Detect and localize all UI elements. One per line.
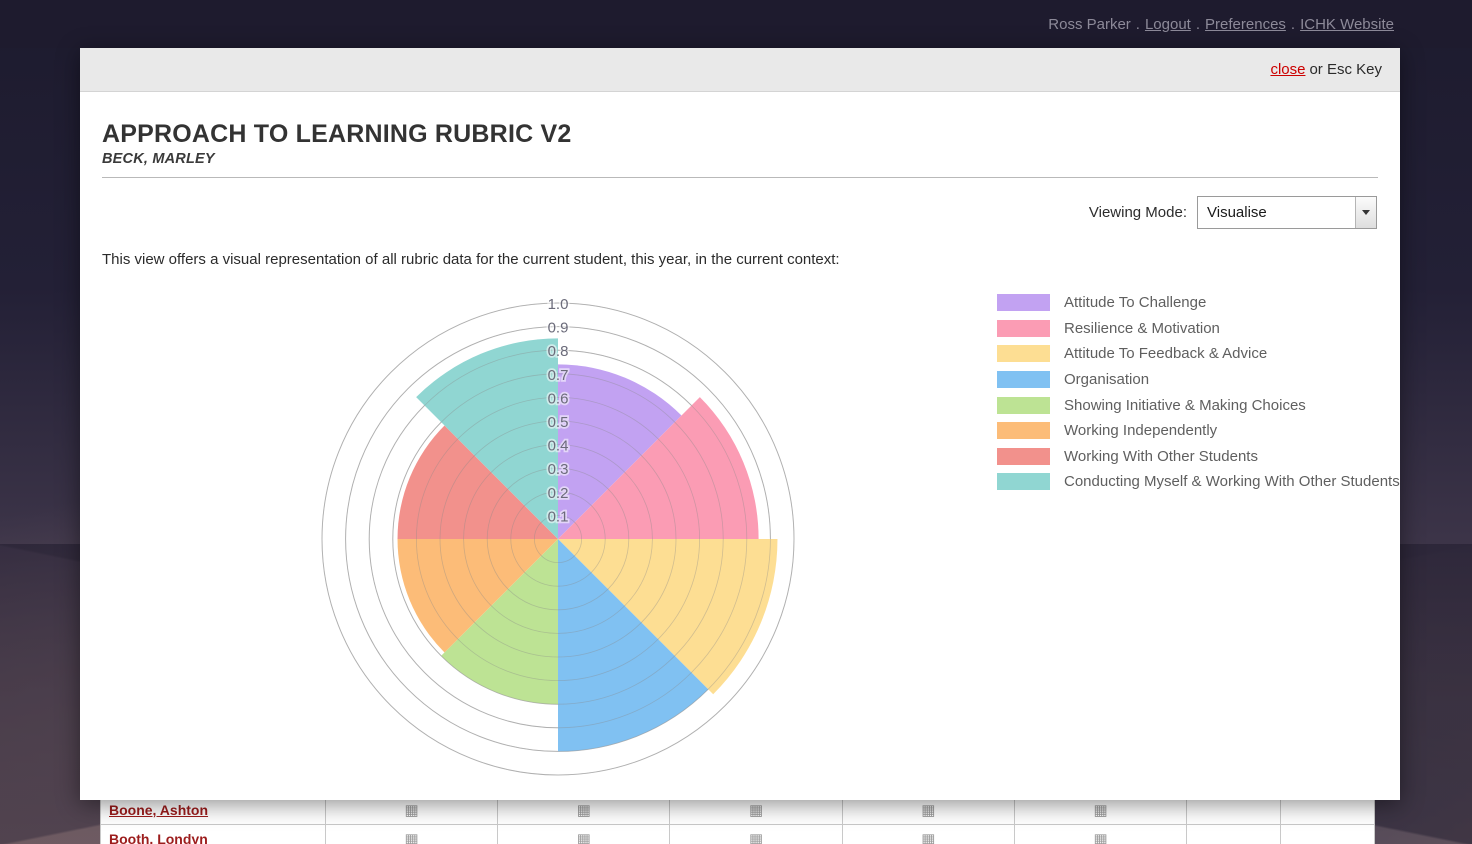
legend-color-swatch	[997, 422, 1050, 439]
chart-legend: Attitude To Challenge Resilience & Motiva…	[997, 290, 1400, 495]
grid-icon[interactable]: ▦	[498, 825, 670, 844]
legend-color-swatch	[997, 345, 1050, 362]
legend-item[interactable]: Conducting Myself & Working With Other S…	[997, 469, 1400, 495]
legend-color-swatch	[997, 448, 1050, 465]
background-table-body: Boone, Ashton ▦ ▦ ▦ ▦ ▦ Booth, Londyn ▦ …	[101, 796, 1375, 844]
student-link[interactable]: Booth, Londyn	[109, 831, 208, 844]
current-user-name: Ross Parker	[1048, 16, 1131, 33]
legend-item-label: Conducting Myself & Working With Other S…	[1064, 473, 1400, 490]
legend-item-label: Working Independently	[1064, 422, 1217, 439]
legend-item[interactable]: Working With Other Students	[997, 444, 1400, 470]
chart-radial-tick-label: 0.9	[548, 320, 569, 337]
legend-item[interactable]: Attitude To Challenge	[997, 290, 1400, 316]
grid-icon[interactable]: ▦	[326, 825, 498, 844]
student-link[interactable]: Boone, Ashton	[109, 802, 208, 818]
legend-item-label: Working With Other Students	[1064, 448, 1258, 465]
chart-radial-tick-label: 0.7	[548, 367, 569, 384]
legend-item[interactable]: Attitude To Feedback & Advice	[997, 341, 1400, 367]
title-divider	[102, 177, 1378, 178]
modal-body: APPROACH TO LEARNING RUBRIC V2 BECK, MAR…	[80, 92, 1400, 800]
preferences-link[interactable]: Preferences	[1205, 16, 1286, 33]
chart-radial-tick-label: 0.5	[548, 414, 569, 431]
legend-item-label: Attitude To Feedback & Advice	[1064, 345, 1267, 362]
background-student-table: Boone, Ashton ▦ ▦ ▦ ▦ ▦ Booth, Londyn ▦ …	[100, 795, 1375, 844]
topbar-separator-2: .	[1196, 16, 1200, 33]
legend-item[interactable]: Organisation	[997, 367, 1400, 393]
chart-radial-tick-label: 1.0	[548, 296, 569, 313]
logout-link[interactable]: Logout	[1145, 16, 1191, 33]
legend-item-label: Resilience & Motivation	[1064, 320, 1220, 337]
table-cell-empty	[1187, 825, 1281, 844]
page-title: APPROACH TO LEARNING RUBRIC V2	[102, 120, 1378, 149]
chart-radial-tick-label: 0.4	[548, 438, 569, 455]
legend-color-swatch	[997, 320, 1050, 337]
page-root: Ross Parker . Logout . Preferences . ICH…	[0, 0, 1472, 844]
legend-item-label: Showing Initiative & Making Choices	[1064, 397, 1306, 414]
chevron-down-icon[interactable]	[1355, 197, 1376, 228]
chart-radial-tick-label: 0.3	[548, 461, 569, 478]
app-top-bar: Ross Parker . Logout . Preferences . ICH…	[0, 0, 1472, 48]
topbar-separator-3: .	[1291, 16, 1295, 33]
visualisation-area: 1.01.00.90.90.80.80.70.70.60.60.50.50.40…	[102, 282, 1378, 800]
grid-icon[interactable]: ▦	[670, 825, 842, 844]
polar-area-chart: 1.01.00.90.90.80.80.70.70.60.60.50.50.40…	[102, 282, 1002, 800]
intro-description: This view offers a visual representation…	[102, 251, 1378, 268]
chart-radial-tick-label: 0.6	[548, 390, 569, 407]
viewing-mode-row: Viewing Mode: Visualise	[102, 196, 1378, 229]
legend-color-swatch	[997, 371, 1050, 388]
table-row[interactable]: Booth, Londyn ▦ ▦ ▦ ▦ ▦	[101, 825, 1375, 844]
legend-item[interactable]: Resilience & Motivation	[997, 316, 1400, 342]
grid-icon[interactable]: ▦	[1014, 825, 1186, 844]
polar-area-chart-svg: 1.01.00.90.90.80.80.70.70.60.60.50.50.40…	[102, 282, 1002, 800]
legend-item-label: Organisation	[1064, 371, 1149, 388]
table-cell-student-name: Booth, Londyn	[101, 825, 326, 844]
close-link[interactable]: close	[1270, 61, 1305, 78]
close-hint-text: or Esc Key	[1309, 61, 1382, 78]
chart-radial-tick-label: 0.2	[548, 485, 569, 502]
rubric-modal: close or Esc Key APPROACH TO LEARNING RU…	[80, 48, 1400, 800]
viewing-mode-label: Viewing Mode:	[1089, 204, 1187, 221]
legend-item-label: Attitude To Challenge	[1064, 294, 1206, 311]
ichk-website-link[interactable]: ICHK Website	[1300, 16, 1394, 33]
modal-title-bar: close or Esc Key	[80, 48, 1400, 92]
chart-radial-tick-label: 0.8	[548, 343, 569, 360]
legend-item[interactable]: Showing Initiative & Making Choices	[997, 392, 1400, 418]
chart-radial-tick-label: 0.1	[548, 508, 569, 525]
legend-item[interactable]: Working Independently	[997, 418, 1400, 444]
grid-icon[interactable]: ▦	[842, 825, 1014, 844]
viewing-mode-select[interactable]: Visualise	[1197, 196, 1377, 229]
student-name-subtitle: BECK, MARLEY	[102, 151, 1378, 167]
table-cell-empty	[1281, 825, 1375, 844]
topbar-separator-1: .	[1136, 16, 1140, 33]
viewing-mode-value: Visualise	[1198, 197, 1355, 228]
legend-color-swatch	[997, 473, 1050, 490]
legend-color-swatch	[997, 294, 1050, 311]
legend-color-swatch	[997, 397, 1050, 414]
